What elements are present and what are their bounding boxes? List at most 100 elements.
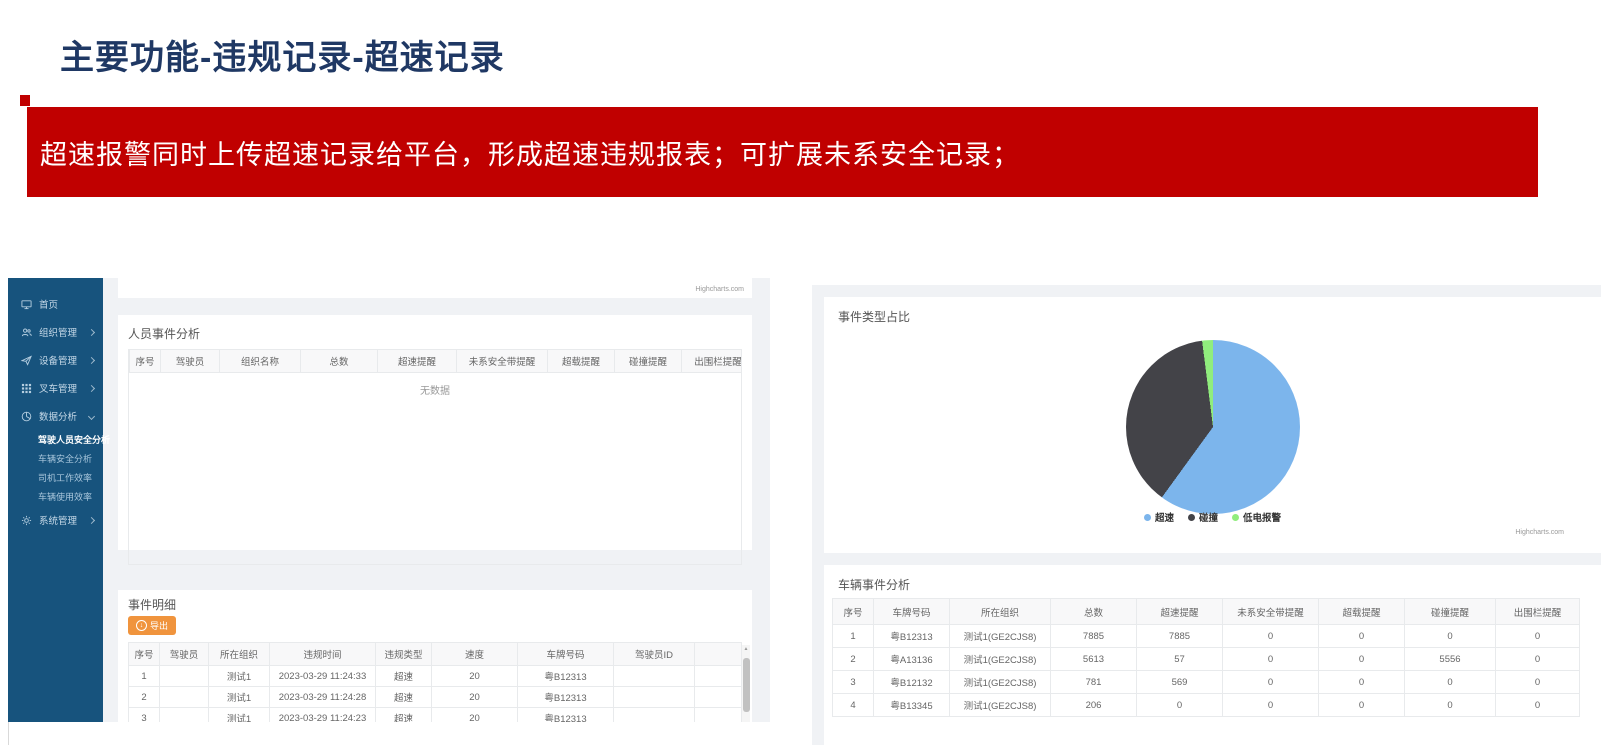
table-row: 2粤A13136测试1(GE2CJS8)5613570055560 xyxy=(833,648,1580,671)
column-header: 驾驶员 xyxy=(161,350,220,373)
table-cell: 57 xyxy=(1137,648,1223,671)
banner-text: 超速报警同时上传超速记录给平台，形成超速违规报表；可扩展未系安全记录； xyxy=(27,133,1020,172)
sidebar-item-home[interactable]: 首页 xyxy=(8,290,103,318)
table-cell: 0 xyxy=(1319,671,1405,694)
vehicle-events-table: 序号车牌号码所在组织总数超速提醒未系安全带提醒超载提醒碰撞提醒出围栏提醒1粤B1… xyxy=(832,598,1570,717)
right-screenshot: 事件类型占比 超速碰撞低电报警 Highcharts.com 车辆事件分析 序号… xyxy=(812,285,1601,745)
table-cell: 测试1(GE2CJS8) xyxy=(950,671,1051,694)
table-cell-filler xyxy=(695,687,742,708)
table-scrollbar[interactable]: ▲ xyxy=(742,645,750,722)
column-header: 超载提醒 xyxy=(548,350,615,373)
slide-canvas: 主要功能-违规记录-超速记录 超速报警同时上传超速记录给平台，形成超速违规报表；… xyxy=(0,0,1601,745)
legend-dot xyxy=(1232,514,1239,521)
column-header: 车牌号码 xyxy=(518,643,614,666)
sidebar-item-label: 首页 xyxy=(39,297,94,311)
column-header: 碰撞提醒 xyxy=(1405,599,1496,625)
column-header: 速度 xyxy=(432,643,518,666)
table-cell: 0 xyxy=(1137,694,1223,717)
pie-chart xyxy=(1126,340,1300,514)
event-detail-card: 事件明细 ↓ 导出 序号驾驶员所在组织违规时间违规类型速度车牌号码驾驶员ID1测… xyxy=(118,590,752,722)
header-row: 序号车牌号码所在组织总数超速提醒未系安全带提醒超载提醒碰撞提醒出围栏提醒 xyxy=(833,599,1580,625)
sidebar-item-label: 设备管理 xyxy=(39,353,89,367)
column-header: 组织名称 xyxy=(220,350,301,373)
subitem-label: 车辆使用效率 xyxy=(38,490,92,503)
table-cell: 粤B12132 xyxy=(874,671,950,694)
person-events-card: 人员事件分析 序号驾驶员组织名称总数超速提醒未系安全带提醒超载提醒碰撞提醒出围栏… xyxy=(118,315,752,550)
top-chart-card: Highcharts.com xyxy=(118,278,752,298)
scroll-thumb[interactable] xyxy=(743,658,750,712)
table-cell: 0 xyxy=(1319,625,1405,648)
legend-label: 低电报警 xyxy=(1243,510,1281,524)
sidebar-item-data-analysis[interactable]: 数据分析 xyxy=(8,402,103,430)
table-cell: 测试1 xyxy=(209,708,270,723)
export-button-label: 导出 xyxy=(150,619,168,632)
column-header: 所在组织 xyxy=(209,643,270,666)
table-cell: 测试1(GE2CJS8) xyxy=(950,625,1051,648)
table-cell: 0 xyxy=(1496,625,1580,648)
table-row: 3粤B12132测试1(GE2CJS8)7815690000 xyxy=(833,671,1580,694)
column-header: 违规时间 xyxy=(270,643,376,666)
chevron-right-icon xyxy=(88,356,95,363)
column-header: 总数 xyxy=(1051,599,1137,625)
table-cell xyxy=(614,708,695,723)
table-cell xyxy=(160,708,209,723)
sidebar-subitem-driver-safety[interactable]: 驾驶人员安全分析 xyxy=(8,430,103,449)
legend-label: 超速 xyxy=(1155,510,1174,524)
sidebar: 首页 组织管理 设备管理 叉车管理 数据分析 驾驶人员 xyxy=(8,278,103,722)
sidebar-subitem-driver-efficiency[interactable]: 司机工作效率 xyxy=(8,468,103,487)
scroll-up-arrow[interactable]: ▲ xyxy=(742,645,750,653)
monitor-icon xyxy=(21,299,32,310)
sidebar-item-forklift[interactable]: 叉车管理 xyxy=(8,374,103,402)
table-cell: 2 xyxy=(129,687,160,708)
table-cell: 5613 xyxy=(1051,648,1137,671)
legend-item[interactable]: 低电报警 xyxy=(1232,510,1281,524)
pie-icon xyxy=(21,411,32,422)
column-header: 驾驶员ID xyxy=(614,643,695,666)
table-cell: 2023-03-29 11:24:28 xyxy=(270,687,376,708)
table-cell: 5556 xyxy=(1405,648,1496,671)
highlight-banner: 超速报警同时上传超速记录给平台，形成超速违规报表；可扩展未系安全记录； xyxy=(27,107,1538,197)
table-cell xyxy=(160,687,209,708)
sidebar-subitem-vehicle-usage[interactable]: 车辆使用效率 xyxy=(8,487,103,506)
sidebar-item-device[interactable]: 设备管理 xyxy=(8,346,103,374)
sidebar-subitem-vehicle-safety[interactable]: 车辆安全分析 xyxy=(8,449,103,468)
table-cell: 粤B13345 xyxy=(874,694,950,717)
data-table: 序号驾驶员所在组织违规时间违规类型速度车牌号码驾驶员ID1测试12023-03-… xyxy=(128,642,742,722)
column-header: 总数 xyxy=(301,350,378,373)
column-header: 所在组织 xyxy=(950,599,1051,625)
column-header: 出围栏提醒 xyxy=(682,350,743,373)
column-header: 超载提醒 xyxy=(1319,599,1405,625)
table-cell: 测试1(GE2CJS8) xyxy=(950,648,1051,671)
subitem-label: 司机工作效率 xyxy=(38,471,92,484)
table-cell: 569 xyxy=(1137,671,1223,694)
table-cell: 2 xyxy=(833,648,874,671)
column-header: 超速提醒 xyxy=(1137,599,1223,625)
sidebar-item-label: 组织管理 xyxy=(39,325,89,339)
sidebar-item-system[interactable]: 系统管理 xyxy=(8,506,103,534)
table-cell: 超速 xyxy=(376,708,432,723)
table-row: 3测试12023-03-29 11:24:23超速20粤B12313 xyxy=(129,708,742,723)
send-icon xyxy=(21,355,32,366)
sidebar-item-org[interactable]: 组织管理 xyxy=(8,318,103,346)
sidebar-item-label: 数据分析 xyxy=(39,409,89,423)
gear-icon xyxy=(21,515,32,526)
table-cell: 4 xyxy=(833,694,874,717)
pie-legend: 超速碰撞 低电报警 xyxy=(824,510,1601,524)
table-cell: 0 xyxy=(1496,648,1580,671)
legend-item[interactable]: 超速 xyxy=(1144,510,1174,524)
table-cell: 0 xyxy=(1223,648,1319,671)
chevron-right-icon xyxy=(88,516,95,523)
table-cell: 0 xyxy=(1405,694,1496,717)
export-button[interactable]: ↓ 导出 xyxy=(128,616,176,635)
download-icon: ↓ xyxy=(136,620,147,631)
table-cell: 0 xyxy=(1496,694,1580,717)
card-title: 车辆事件分析 xyxy=(838,576,910,593)
table-cell xyxy=(160,666,209,687)
chevron-right-icon xyxy=(88,328,95,335)
column-header: 出围栏提醒 xyxy=(1496,599,1580,625)
person-events-table-box: 序号驾驶员组织名称总数超速提醒未系安全带提醒超载提醒碰撞提醒出围栏提醒 无数据 xyxy=(128,349,742,565)
table-cell: 测试1(GE2CJS8) xyxy=(950,694,1051,717)
column-header: 序号 xyxy=(130,350,161,373)
table-cell: 20 xyxy=(432,687,518,708)
legend-item[interactable]: 碰撞 xyxy=(1188,510,1218,524)
